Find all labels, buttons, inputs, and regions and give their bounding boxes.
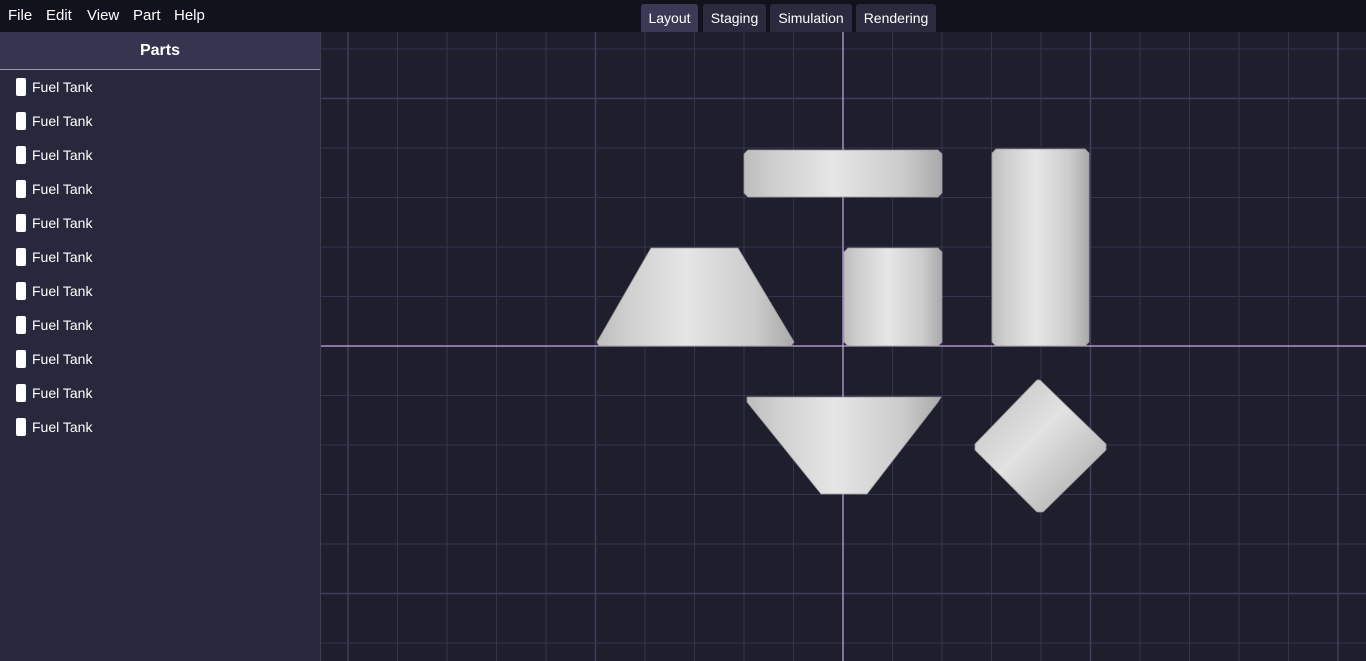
parts-list-item-label: Fuel Tank [32, 249, 93, 265]
parts-list-item-label: Fuel Tank [32, 419, 93, 435]
tab-staging[interactable]: Staging [703, 4, 766, 32]
fuel-tank-icon [16, 248, 26, 266]
parts-list-item[interactable]: Fuel Tank [0, 308, 320, 342]
fuel-tank-part-cone-up[interactable] [596, 247, 795, 347]
fuel-tank-icon [16, 418, 26, 436]
parts-list-item[interactable]: Fuel Tank [0, 410, 320, 444]
parts-list-item-label: Fuel Tank [32, 147, 93, 163]
tab-rendering[interactable]: Rendering [856, 4, 936, 32]
fuel-tank-icon [16, 282, 26, 300]
parts-sidebar: Parts Fuel Tank Fuel Tank Fuel Tank Fuel Ta… [0, 32, 321, 661]
fuel-tank-part-horizontal-cylinder[interactable] [743, 149, 943, 198]
parts-list-item-label: Fuel Tank [32, 181, 93, 197]
fuel-tank-part-short-cylinder[interactable] [843, 247, 943, 347]
parts-list-item-label: Fuel Tank [32, 351, 93, 367]
fuel-tank-icon [16, 384, 26, 402]
tab-layout[interactable]: Layout [641, 4, 698, 32]
parts-list-item[interactable]: Fuel Tank [0, 376, 320, 410]
parts-list-item-label: Fuel Tank [32, 79, 93, 95]
fuel-tank-icon [16, 146, 26, 164]
parts-list-item[interactable]: Fuel Tank [0, 70, 320, 104]
parts-list-item[interactable]: Fuel Tank [0, 274, 320, 308]
menu-file[interactable]: File [8, 7, 32, 24]
parts-list-item[interactable]: Fuel Tank [0, 240, 320, 274]
menu-edit[interactable]: Edit [46, 7, 72, 24]
tab-simulation[interactable]: Simulation [770, 4, 852, 32]
parts-list-item[interactable]: Fuel Tank [0, 342, 320, 376]
parts-list-item[interactable]: Fuel Tank [0, 104, 320, 138]
fuel-tank-icon [16, 316, 26, 334]
menu-view[interactable]: View [87, 7, 119, 24]
parts-panel-title: Parts [0, 32, 320, 70]
parts-list-item[interactable]: Fuel Tank [0, 206, 320, 240]
fuel-tank-icon [16, 112, 26, 130]
parts-list-item-label: Fuel Tank [32, 385, 93, 401]
parts-list-item[interactable]: Fuel Tank [0, 138, 320, 172]
fuel-tank-icon [16, 214, 26, 232]
fuel-tank-icon [16, 78, 26, 96]
menu-part[interactable]: Part [133, 7, 161, 24]
parts-list-item-label: Fuel Tank [32, 317, 93, 333]
fuel-tank-part-rotated-cylinder[interactable] [974, 379, 1107, 513]
layout-viewport[interactable] [321, 32, 1366, 661]
parts-list-item-label: Fuel Tank [32, 215, 93, 231]
fuel-tank-part-tall-cylinder[interactable] [991, 148, 1090, 347]
menu-bar: File Edit View Part Help Layout Staging … [0, 0, 1366, 32]
fuel-tank-icon [16, 350, 26, 368]
parts-list-item-label: Fuel Tank [32, 283, 93, 299]
parts-list-item[interactable]: Fuel Tank [0, 172, 320, 206]
viewport-canvas[interactable] [321, 32, 1366, 661]
menu-help[interactable]: Help [174, 7, 205, 24]
parts-list-item-label: Fuel Tank [32, 113, 93, 129]
fuel-tank-icon [16, 180, 26, 198]
